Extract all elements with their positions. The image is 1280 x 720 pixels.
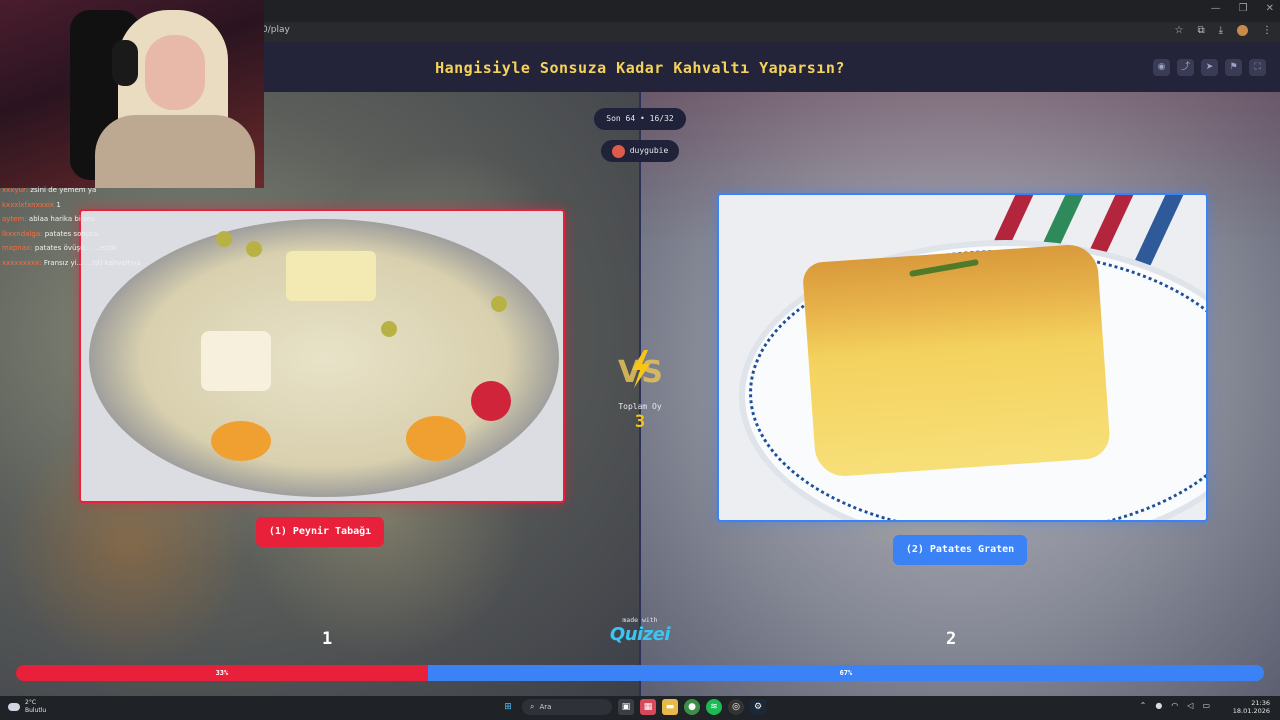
network-icon[interactable]: ◠ [1171, 701, 1178, 710]
option-1-vote-bar: 33% [16, 665, 428, 681]
radish [471, 381, 511, 421]
orange-slice [211, 421, 271, 461]
download-icon[interactable]: ⤓ [1219, 25, 1223, 36]
clock-time: 21:36 [1251, 699, 1270, 707]
cheese-slice [286, 251, 376, 301]
streamer-body [95, 115, 255, 188]
user-avatar [611, 144, 625, 158]
obs-icon[interactable]: ◎ [728, 699, 744, 715]
orange-slice [406, 416, 466, 461]
battery-icon[interactable]: ▭ [1202, 701, 1210, 710]
total-votes-value: 3 [634, 412, 646, 432]
taskbar-apps: ⊞ ⌕ Ara ▣ ▦ ▬ ● ≋ ◎ ⚙ [500, 699, 766, 715]
profile-avatar[interactable] [1237, 25, 1248, 36]
vote-progress-bar: 33% 67% [16, 665, 1264, 681]
eye-icon[interactable]: ◉ [1153, 59, 1170, 76]
chat-message: kxxxlxfxnxxxix 1 [2, 198, 202, 213]
olive [491, 296, 507, 312]
streamer-face [145, 35, 205, 110]
option-1-percent: 33% [215, 669, 229, 677]
share-icon[interactable]: ⤴ [1177, 59, 1194, 76]
user-badge[interactable]: duygubie [601, 140, 679, 162]
total-votes-label: Toplam Oy [618, 402, 662, 411]
widgets-icon[interactable]: ▦ [640, 699, 656, 715]
window-controls: — ❐ ✕ [1211, 3, 1274, 14]
round-indicator: Son 64 • 16/32 [594, 108, 686, 130]
olive [216, 231, 232, 247]
option-2-vote-bar: 67% [427, 665, 1264, 681]
chat-username: xxxxxxxxx: [2, 258, 42, 267]
center-divider [639, 92, 641, 696]
search-placeholder: Ara [539, 703, 552, 711]
chat-text: 1 [56, 200, 61, 209]
made-with-text: made with [622, 616, 658, 624]
cheese-slice [201, 331, 271, 391]
chat-text: ablaa harika bi ses [28, 215, 95, 223]
minimize-button[interactable]: — [1211, 3, 1221, 14]
vs-icon: VS [618, 350, 663, 390]
chat-username: mxpnax: [2, 244, 33, 252]
weather-desc: Bulutlu [25, 707, 47, 714]
fullscreen-icon[interactable]: ⛶ [1249, 59, 1266, 76]
volume-icon[interactable]: ◁ [1187, 701, 1193, 710]
system-clock[interactable]: 21:36 18.01.2026 [1233, 699, 1270, 715]
search-icon: ⌕ [530, 702, 535, 711]
start-icon[interactable]: ⊞ [500, 699, 516, 715]
chat-text: Fransız yi... ...işti kahvaltıya [43, 258, 141, 267]
chat-text: zsini de yemem ya [30, 186, 97, 194]
option-2-image[interactable] [717, 193, 1208, 522]
taskbar-search[interactable]: ⌕ Ara [522, 699, 612, 715]
option-2-button[interactable]: (2) Patates Graten [893, 535, 1027, 565]
mic-icon[interactable]: ● [1155, 701, 1162, 710]
url-text[interactable]: 0/play [262, 25, 290, 35]
option-2-number: 2 [946, 629, 957, 649]
files-icon[interactable]: ▬ [662, 699, 678, 715]
chat-message: aytem: ablaa harika bi ses [2, 212, 202, 227]
taskbar: 2°C Bulutlu ⊞ ⌕ Ara ▣ ▦ ▬ ● ≋ ◎ ⚙ ⌃ ● ◠ … [0, 696, 1280, 720]
olive [381, 321, 397, 337]
olive [246, 241, 262, 257]
chat-message: mxpnax: patates övüşü... ...ectik [2, 241, 202, 256]
spotify-icon[interactable]: ≋ [706, 699, 722, 715]
quizei-logo[interactable]: Quizei [600, 624, 680, 645]
menu-icon[interactable]: ⋮ [1262, 25, 1272, 36]
header-actions: ◉ ⤴ ➤ ⚑ ⛶ [1153, 59, 1266, 76]
bookmark-star-icon[interactable]: ☆ [1174, 25, 1183, 36]
chat-username: xxxyur: [2, 186, 29, 194]
clock-date: 18.01.2026 [1232, 707, 1270, 715]
chrome-icon[interactable]: ● [684, 699, 700, 715]
taskview-icon[interactable]: ▣ [618, 699, 634, 715]
potato-gratin [801, 242, 1112, 479]
steam-icon[interactable]: ⚙ [750, 699, 766, 715]
flag-icon[interactable]: ⚑ [1225, 59, 1242, 76]
chat-message: xxxxxxxxx: Fransız yi... ...işti kahvalt… [2, 256, 202, 271]
option-1-button[interactable]: (1) Peynir Tabağı [256, 517, 384, 547]
weather-text: 2°C Bulutlu [25, 699, 46, 715]
chat-text: patates övüşü... ...ectik [34, 244, 117, 252]
chat-message: lkxxndalga: patates sonucu [2, 227, 202, 242]
user-name: duygubie [629, 146, 669, 155]
send-icon[interactable]: ➤ [1201, 59, 1218, 76]
option-1-number: 1 [322, 629, 333, 649]
option-2-percent: 67% [839, 669, 853, 677]
chat-text: patates sonucu [44, 229, 99, 238]
chat-username: kxxxlxfxnxxxix [2, 200, 55, 209]
chat-message: xxxyur: zsini de yemem ya [2, 183, 202, 198]
weather-temp: 2°C [25, 699, 37, 706]
extensions-icon[interactable]: ⧉ [1197, 25, 1204, 36]
chat-username: aytem: [2, 215, 27, 223]
napkin-stripe [1132, 195, 1184, 265]
chat-username: lkxxndalga: [2, 229, 43, 238]
system-tray: ⌃ ● ◠ ◁ ▭ [1140, 701, 1210, 710]
webcam-overlay [0, 0, 264, 188]
maximize-button[interactable]: ❐ [1239, 3, 1248, 14]
weather-widget[interactable]: 2°C Bulutlu [8, 699, 46, 715]
close-button[interactable]: ✕ [1266, 3, 1274, 14]
address-bar-icons: ☆ ⧉ ⤓ ⋮ [1174, 25, 1272, 36]
chat-overlay: xxxyur: zsini de yemem ya kxxxlxfxnxxxix… [2, 183, 202, 270]
headset [112, 40, 138, 86]
chevron-up-icon[interactable]: ⌃ [1140, 701, 1147, 710]
cloud-icon [8, 703, 20, 711]
